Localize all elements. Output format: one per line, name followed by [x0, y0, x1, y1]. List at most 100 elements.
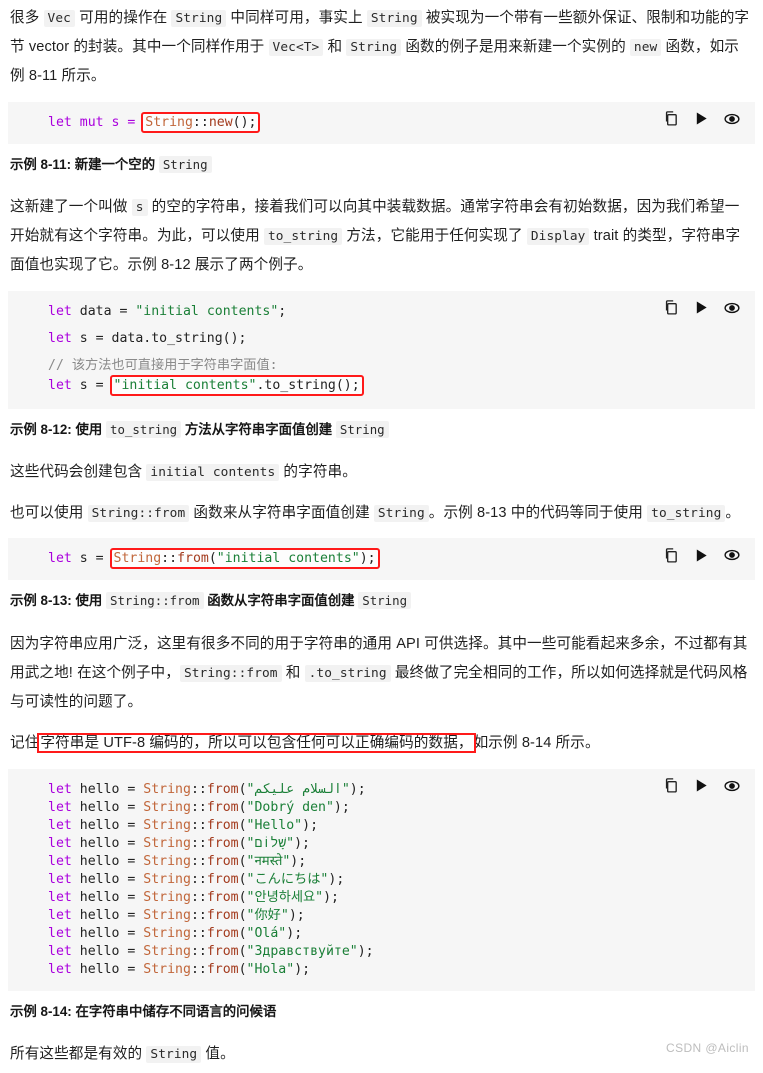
code-block-8-11: let mut s = String::new(); [8, 101, 755, 144]
code-token-punc: ); [294, 835, 310, 851]
copy-icon[interactable] [663, 547, 680, 564]
code-token-sep: :: [190, 907, 207, 923]
code-token-punc: ); [328, 871, 345, 887]
code-line: let hello = String::from("Olá"); [48, 925, 745, 943]
code-token-sep: :: [190, 799, 207, 815]
inline-code-string: String [346, 39, 402, 57]
watermark: CSDN @Aiclin [666, 1041, 749, 1055]
inline-code-string: String [335, 420, 389, 438]
code-line: let hello = String::from("你好"); [48, 907, 745, 925]
code-token-string: "initial contents" [135, 303, 279, 319]
code-token-punc: ); [290, 853, 307, 869]
code-token-fn: from [206, 853, 239, 869]
caption-8-14: 示例 8-14: 在字符串中储存不同语言的问候语 [8, 1001, 755, 1022]
code-token-fn: from [206, 889, 239, 905]
code-toolbar [663, 777, 741, 795]
code-token-punc: ); [349, 781, 366, 797]
code-token-sep: :: [192, 114, 209, 130]
code-token-fn: from [206, 835, 239, 851]
code-token-fn: from [206, 925, 239, 941]
code-token-string: "Hello" [246, 817, 303, 833]
code-line: let s = "initial contents".to_string(); [48, 374, 745, 397]
code-token-type: String [143, 889, 191, 905]
text-run: 这些代码会创建包含 [10, 464, 147, 480]
code-token-string: "안녕하세요" [246, 889, 324, 905]
code-token-punc: ( [238, 853, 247, 869]
text-run: 中同样可用，事实上 [226, 10, 367, 26]
inline-code-to-string: to_string [647, 505, 726, 523]
code-token-punc: ( [238, 835, 247, 851]
inline-code-display: Display [526, 228, 590, 246]
inline-code-string: String [171, 10, 227, 27]
inline-code-vec: Vec [43, 10, 75, 27]
run-icon[interactable] [694, 778, 709, 793]
preview-icon[interactable] [723, 299, 741, 317]
caption-8-13: 示例 8-13: 使用 String::from 函数从字符串字面值创建 Str… [8, 590, 755, 611]
code-token-punc: ); [359, 551, 376, 567]
preview-icon[interactable] [723, 546, 741, 564]
text-run: 也可以使用 [10, 505, 88, 522]
code-token-string: "Dobrý den" [246, 799, 334, 815]
preview-icon[interactable] [723, 110, 741, 128]
caption-label: 示例 8-14: 在字符串中储存不同语言的问候语 [10, 1003, 277, 1019]
code-token-id: hello = [71, 781, 144, 797]
caption-label: 函数从字符串字面值创建 [203, 593, 359, 609]
copy-icon[interactable] [663, 299, 680, 316]
code-token-id: s = data.to_string(); [71, 330, 247, 346]
code-token-keyword: let [48, 551, 72, 567]
caption-8-11: 示例 8-11: 新建一个空的 String [8, 154, 755, 175]
code-token-punc: (); [232, 114, 257, 130]
code-token-keyword: let [48, 943, 72, 959]
copy-icon[interactable] [663, 110, 680, 127]
paragraph-utf8-note: 记住字符串是 UTF-8 编码的，所以可以包含任何可以正确编码的数据，如示例 8… [8, 729, 755, 758]
code-token-fn: from [206, 799, 239, 815]
run-icon[interactable] [694, 300, 709, 315]
paragraph-after-8-12: 这些代码会创建包含 initial contents 的字符串。 [8, 458, 755, 487]
code-token-string: "initial contents" [113, 377, 257, 393]
code-token-punc: ( [238, 871, 247, 887]
code-line: let hello = String::from("Hola"); [48, 961, 745, 979]
code-token-type: String [143, 781, 191, 797]
run-icon[interactable] [694, 111, 709, 126]
code-token-fn: from [206, 817, 239, 833]
inline-code-string-from: String::from [179, 665, 282, 682]
inline-code-string: String [358, 592, 412, 610]
code-token-punc: ); [323, 889, 339, 905]
code-lines-greetings: let hello = String::from("السلام عليكم")… [48, 781, 745, 979]
code-line: let s = data.to_string(); [48, 330, 745, 357]
code-line: let s = String::from("initial contents")… [48, 548, 745, 570]
code-token-keyword: let [48, 853, 72, 869]
text-run: 记住 [10, 735, 40, 752]
code-token-id: hello = [71, 943, 144, 959]
annotation-box-string-new: String::new(); [141, 111, 261, 133]
code-line: let hello = String::from("नमस्ते"); [48, 853, 745, 871]
code-token-punc: ); [286, 925, 303, 941]
code-line: let mut s = String::new(); [48, 111, 745, 133]
article-page: 很多 Vec 可用的操作在 String 中同样可用，事实上 String 被实… [0, 0, 763, 1069]
intro-paragraph: 很多 Vec 可用的操作在 String 中同样可用，事实上 String 被实… [8, 4, 755, 92]
code-token-fn: from [206, 871, 239, 887]
caption-8-12: 示例 8-12: 使用 to_string 方法从字符串字面值创建 String [8, 419, 755, 440]
copy-icon[interactable] [663, 777, 680, 794]
code-token-keyword: let [48, 330, 72, 346]
code-token-keyword: let [48, 835, 72, 851]
inline-code-string-from: String::from [87, 505, 190, 523]
code-token-id: .to_string(); [256, 377, 360, 393]
code-token-punc: ); [333, 799, 350, 815]
code-token-type: String [143, 817, 191, 833]
code-token-keyword: let [48, 781, 72, 797]
code-token-string: "initial contents" [216, 551, 360, 567]
preview-icon[interactable] [723, 777, 741, 795]
code-line: let hello = String::from("Hello"); [48, 817, 745, 835]
code-token-string: "こんにちは" [246, 871, 329, 887]
code-token-id: hello = [71, 889, 144, 905]
text-run: 。示例 8-13 中的代码等同于使用 [428, 505, 648, 522]
text-run: 所有这些都是有效的 [10, 1046, 147, 1062]
run-icon[interactable] [694, 548, 709, 563]
code-line: let hello = String::from("こんにちは"); [48, 871, 745, 889]
text-run: 和 [281, 665, 305, 681]
paragraph-after-8-11: 这新建了一个叫做 s 的空的字符串，接着我们可以向其中装载数据。通常字符串会有初… [8, 193, 755, 281]
paragraph-before-8-13: 也可以使用 String::from 函数来从字符串字面值创建 String 。示… [8, 499, 755, 528]
